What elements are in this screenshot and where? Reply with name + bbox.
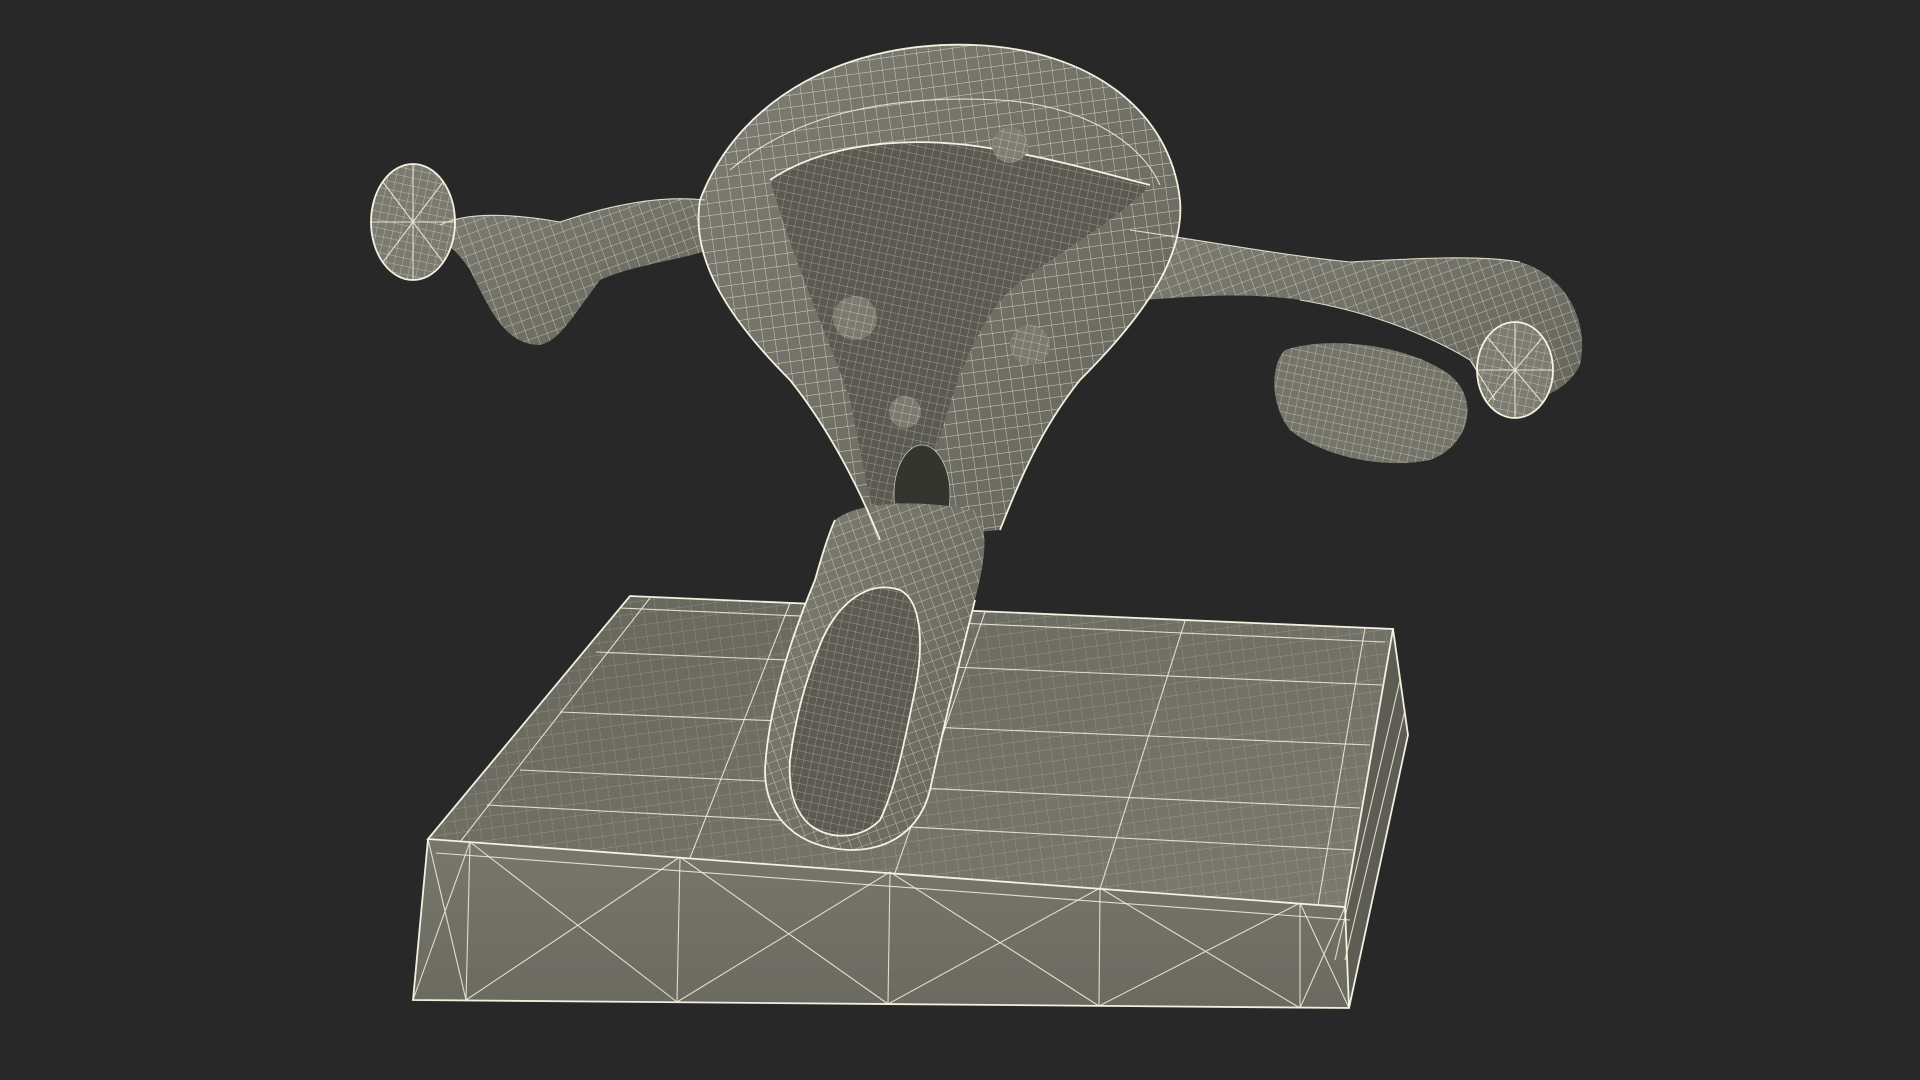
left-fimbria: [370, 163, 456, 281]
right-fimbria: [1476, 321, 1554, 419]
wireframe-render: [370, 43, 1583, 1009]
3d-viewport: [0, 0, 1920, 1080]
